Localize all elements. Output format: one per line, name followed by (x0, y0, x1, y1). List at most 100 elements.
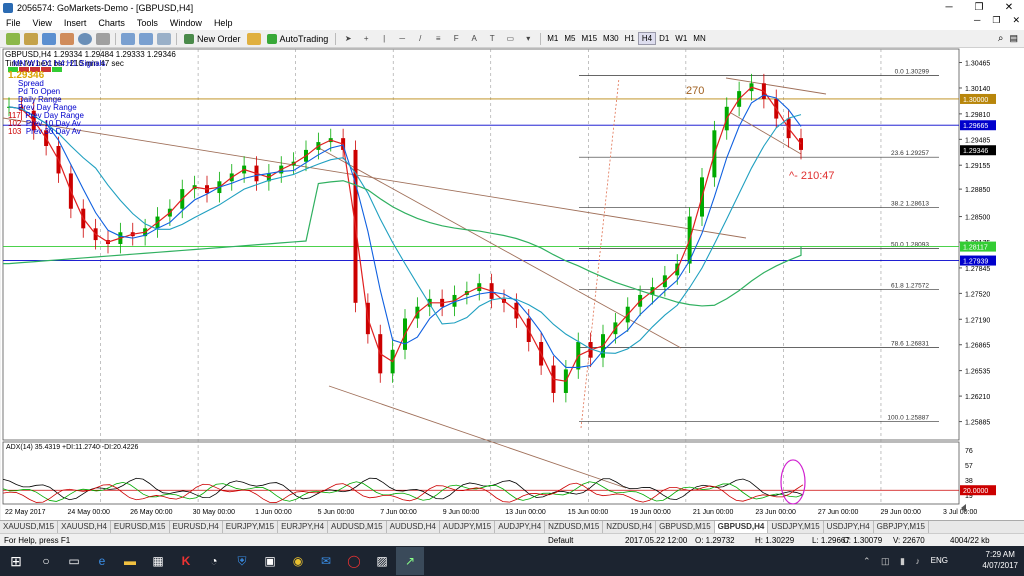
date-tick-label: 29 Jun 00:00 (880, 509, 921, 516)
store-icon[interactable]: ▣ (256, 547, 284, 575)
adx-plot-frame (2, 441, 960, 505)
metatrader-icon[interactable]: ↗ (396, 547, 424, 575)
menu-insert[interactable]: Insert (58, 18, 93, 28)
tf-m1[interactable]: M1 (544, 32, 561, 45)
chart-tab[interactable]: XAUUSD,M15 (0, 521, 59, 533)
taskbar: ⊞ ○ ▭ e ▬ ▦ K ◔ ⛨ ▣ ◉ ✉ ◯ ▨ ↗ ⌃ ◫ ▮ ♪ EN… (0, 546, 1024, 576)
chart-tab[interactable]: NZDUSD,M15 (545, 521, 604, 533)
chart-tab[interactable]: EURUSD,M15 (111, 521, 170, 533)
mdi-close-button[interactable]: ✕ (1012, 15, 1020, 26)
chart-tab[interactable]: AUDJPY,M15 (440, 521, 496, 533)
menu-window[interactable]: Window (164, 18, 208, 28)
label-icon[interactable]: T (485, 33, 499, 45)
adx-tick-label: 76 (965, 448, 973, 455)
clock[interactable]: 7:29 AM 4/07/2017 (982, 549, 1018, 571)
menu-help[interactable]: Help (208, 18, 239, 28)
fibonacci-icon[interactable]: F (449, 33, 463, 45)
autotrading-button[interactable]: AutoTrading (263, 32, 333, 46)
chart-tab[interactable]: GBPUSD,M15 (656, 521, 715, 533)
opera-icon[interactable]: ◯ (340, 547, 368, 575)
task-view-icon[interactable]: ▭ (60, 547, 88, 575)
chat-icon[interactable]: ▤ (1009, 33, 1018, 44)
menu-view[interactable]: View (27, 18, 58, 28)
chart-tab[interactable]: EURJPY,M15 (223, 521, 279, 533)
crosshair-icon[interactable]: + (359, 33, 373, 45)
date-tick-label: 21 Jun 00:00 (693, 509, 734, 516)
chart-tab[interactable]: EURJPY,H4 (278, 521, 329, 533)
defender-icon[interactable]: ⛨ (228, 547, 256, 575)
search-taskbar-icon[interactable]: ○ (32, 547, 60, 575)
tf-mn[interactable]: MN (690, 32, 708, 45)
mdi-restore-button[interactable]: ❐ (992, 15, 1000, 26)
tf-m15[interactable]: M15 (578, 32, 600, 45)
explorer-icon[interactable]: ▬ (116, 547, 144, 575)
navigator-icon[interactable] (60, 32, 74, 45)
chart-tab[interactable]: USDJPY,H4 (824, 521, 874, 533)
text-icon[interactable]: A (467, 33, 481, 45)
chart-tab[interactable]: AUDJPY,H4 (495, 521, 546, 533)
indicator-legend: MN W1 D1 H4 H1 Signals 1.29346 Spread Pd… (8, 58, 105, 136)
language-indicator[interactable]: ENG (931, 556, 948, 565)
shapes-icon[interactable]: ▭ (503, 33, 517, 45)
chart-window[interactable]: GBPUSD,H4 1.29334 1.29484 1.29333 1.2934… (1, 48, 1024, 520)
clock-icon[interactable] (78, 32, 92, 45)
tf-w1[interactable]: W1 (672, 32, 690, 45)
tf-m5[interactable]: M5 (561, 32, 578, 45)
candle-body (799, 138, 803, 150)
date-tick-label: 23 Jun 00:00 (755, 509, 796, 516)
close-button[interactable]: ✕ (994, 0, 1024, 15)
chart-tab[interactable]: NZDUSD,H4 (603, 521, 657, 533)
cursor-icon[interactable]: ➤ (341, 33, 355, 45)
chrome-icon[interactable]: ◉ (284, 547, 312, 575)
channel-icon[interactable]: ≡ (431, 33, 445, 45)
metaeditor-icon[interactable] (246, 32, 261, 45)
date-tick-label: 22 May 2017 (5, 509, 46, 516)
price-tick-label: 1.28850 (965, 187, 990, 194)
tf-m30[interactable]: M30 (600, 32, 622, 45)
chart-tab[interactable]: GBPUSD,H4 (714, 521, 769, 533)
minimize-button[interactable]: ─ (934, 0, 964, 15)
new-chart-icon[interactable] (6, 32, 20, 45)
search-icon[interactable]: ⌕ (998, 33, 1004, 44)
chart-tab[interactable]: GBPJPY,M15 (874, 521, 929, 533)
menu-charts[interactable]: Charts (92, 18, 131, 28)
mdi-minimize-button[interactable]: ─ (974, 15, 980, 26)
chart-window-icon[interactable] (121, 32, 135, 45)
menu-tools[interactable]: Tools (131, 18, 164, 28)
maximize-button[interactable]: ❐ (964, 0, 994, 15)
paint-icon[interactable]: ◔ (200, 547, 228, 575)
tf-h1[interactable]: H1 (622, 32, 638, 45)
price-tick-label: 1.25885 (965, 420, 990, 427)
chart-tab[interactable]: AUDUSD,M15 (328, 521, 387, 533)
outlook-icon[interactable]: ✉ (312, 547, 340, 575)
profiles-icon[interactable] (24, 32, 38, 45)
horizontal-line-icon[interactable]: ─ (395, 33, 409, 45)
chart-tab[interactable]: XAUUSD,H4 (58, 521, 111, 533)
chart-tab[interactable]: EURUSD,H4 (170, 521, 223, 533)
templates-icon[interactable] (139, 32, 153, 45)
fib-level-label: 50.0 1.28093 (891, 241, 929, 248)
vertical-line-icon[interactable]: | (377, 33, 391, 45)
chart-tab[interactable]: AUDUSD,H4 (387, 521, 440, 533)
k-app-icon[interactable]: K (172, 547, 200, 575)
tf-d1[interactable]: D1 (656, 32, 672, 45)
date-tick-label: 3 Jul 00:00 (943, 509, 977, 516)
price-tick-label: 1.26865 (965, 343, 990, 350)
chart-tab[interactable]: USDJPY,M15 (768, 521, 824, 533)
new-order-button[interactable]: New Order (180, 32, 245, 46)
menu-file[interactable]: File (0, 18, 27, 28)
properties-icon[interactable] (157, 32, 171, 45)
windows-start-icon[interactable]: ⊞ (0, 547, 32, 575)
tester-icon[interactable] (96, 32, 110, 45)
tf-h4[interactable]: H4 (637, 32, 657, 45)
date-tick-label: 19 Jun 00:00 (630, 509, 671, 516)
date-tick-label: 24 May 00:00 (68, 509, 111, 516)
trendline-icon[interactable]: / (413, 33, 427, 45)
edge-icon[interactable]: e (88, 547, 116, 575)
arrows-icon[interactable]: ▾ (521, 33, 535, 45)
tray-icons[interactable]: ⌃ ◫ ▮ ♪ (863, 556, 924, 567)
market-watch-icon[interactable] (42, 32, 56, 45)
price-chart[interactable]: 1.30465 1.30140 1.29810 1.29485 1.29155 1.288… (1, 48, 1024, 520)
calculator-icon[interactable]: ▦ (144, 547, 172, 575)
photos-icon[interactable]: ▨ (368, 547, 396, 575)
